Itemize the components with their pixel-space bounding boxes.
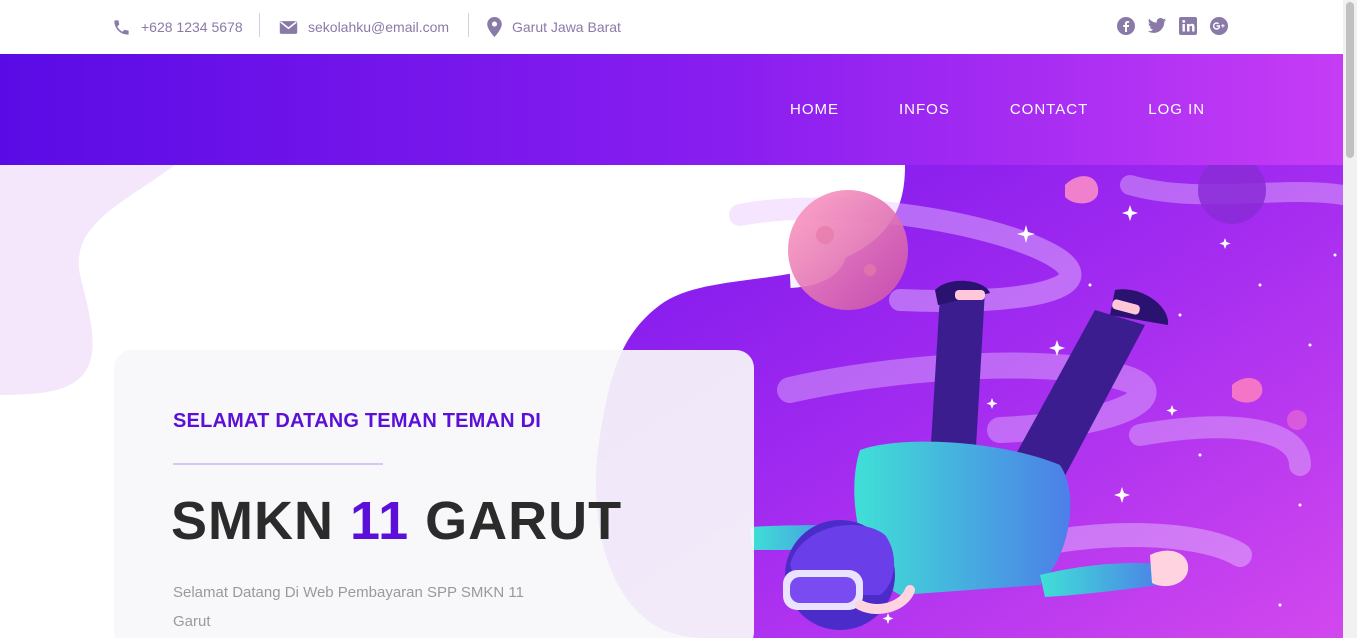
nav-home[interactable]: HOME bbox=[790, 101, 839, 118]
map-pin-icon bbox=[487, 17, 502, 37]
social-links bbox=[1116, 16, 1240, 36]
hero-title-part2: GARUT bbox=[425, 491, 623, 551]
nav-login[interactable]: LOG IN bbox=[1148, 101, 1205, 118]
top-info-bar: +628 1234 5678 sekolahku@email.com Garut… bbox=[0, 0, 1343, 54]
welcome-eyebrow: SELAMAT DATANG TEMAN TEMAN DI bbox=[173, 410, 541, 432]
location-info[interactable]: Garut Jawa Barat bbox=[487, 0, 621, 54]
email-info[interactable]: sekolahku@email.com bbox=[279, 0, 449, 54]
nav-infos[interactable]: INFOS bbox=[899, 101, 950, 118]
page: +628 1234 5678 sekolahku@email.com Garut… bbox=[0, 0, 1357, 638]
main-nav: HOME INFOS CONTACT LOG IN bbox=[790, 54, 1205, 165]
linkedin-icon[interactable] bbox=[1178, 16, 1198, 36]
divider bbox=[468, 13, 469, 37]
facebook-icon[interactable] bbox=[1116, 16, 1136, 36]
scrollbar-thumb[interactable] bbox=[1346, 2, 1354, 158]
hero-title-part1: SMKN bbox=[171, 491, 334, 551]
welcome-card: SELAMAT DATANG TEMAN TEMAN DI SMKN 11 GA… bbox=[114, 350, 754, 638]
email-text: sekolahku@email.com bbox=[308, 19, 450, 35]
hero-description: Selamat Datang Di Web Pembayaran SPP SMK… bbox=[173, 584, 525, 630]
nav-contact[interactable]: CONTACT bbox=[1010, 101, 1088, 118]
hero-section: SELAMAT DATANG TEMAN TEMAN DI SMKN 11 GA… bbox=[0, 165, 1343, 638]
vertical-scrollbar[interactable] bbox=[1343, 0, 1357, 638]
envelope-icon bbox=[279, 20, 298, 34]
hero-title: SMKN 11 GARUT bbox=[171, 490, 622, 552]
twitter-icon[interactable] bbox=[1147, 16, 1167, 36]
hero-title-accent: 11 bbox=[350, 491, 410, 551]
phone-text: +628 1234 5678 bbox=[141, 19, 243, 35]
main-header: HOME INFOS CONTACT LOG IN bbox=[0, 54, 1343, 165]
title-divider bbox=[173, 463, 383, 465]
google-plus-icon[interactable] bbox=[1209, 16, 1229, 36]
phone-icon bbox=[114, 19, 129, 35]
phone-info[interactable]: +628 1234 5678 bbox=[112, 0, 243, 54]
divider bbox=[259, 13, 260, 37]
location-text: Garut Jawa Barat bbox=[512, 19, 621, 35]
